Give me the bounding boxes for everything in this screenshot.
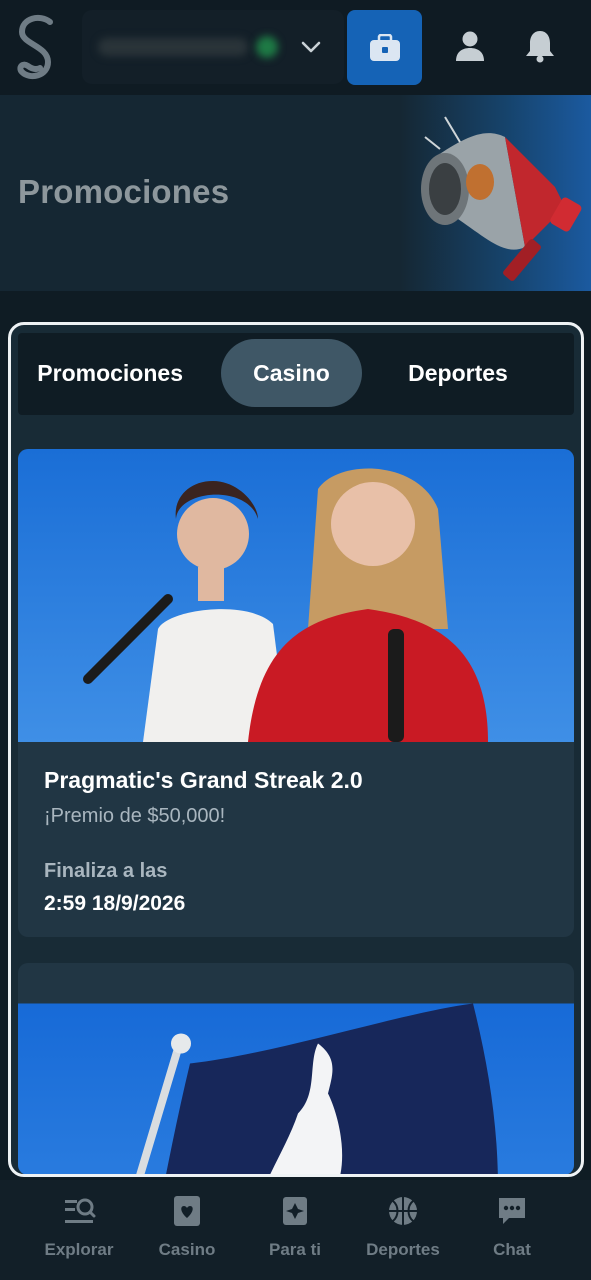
promotion-ends-label: Finaliza a las — [44, 860, 168, 882]
notifications-button[interactable] — [518, 24, 562, 68]
promotion-title: Pragmatic's Grand Streak 2.0 — [44, 767, 363, 793]
nav-chat[interactable]: Chat — [453, 1192, 571, 1272]
nav-para-ti[interactable]: Para ti — [236, 1192, 354, 1272]
page-title: Promociones — [18, 173, 230, 210]
top-bar — [0, 0, 591, 95]
promotion-card[interactable]: Pragmatic's Grand Streak 2.0 ¡Premio de … — [18, 449, 574, 937]
nav-deportes[interactable]: Deportes — [344, 1192, 462, 1272]
app-root: Promociones Promociones Casino Deportes — [0, 0, 591, 1280]
nav-explorar[interactable]: Explorar — [20, 1192, 138, 1272]
promotions-hero: Promociones — [0, 95, 591, 291]
tab-promociones[interactable]: Promociones — [18, 339, 193, 407]
megaphone-icon — [421, 116, 582, 281]
promotion-card[interactable] — [18, 963, 574, 1174]
tab-casino[interactable]: Casino — [221, 339, 362, 407]
promotion-subtitle: ¡Premio de $50,000! — [44, 805, 226, 827]
bell-icon — [526, 31, 554, 63]
casino-card-icon — [174, 1196, 200, 1226]
nav-label: Deportes — [366, 1240, 440, 1259]
account-status-dot — [256, 36, 278, 58]
nav-casino[interactable]: Casino — [128, 1192, 246, 1272]
nav-label: Casino — [158, 1240, 216, 1259]
for-you-icon — [283, 1197, 307, 1225]
wallet-icon — [369, 33, 400, 61]
nav-label: Para ti — [269, 1240, 321, 1259]
promotion-ends-date: 2:59 18/9/2026 — [44, 892, 186, 915]
category-tabs: Promociones Casino Deportes — [18, 333, 574, 415]
profile-button[interactable] — [448, 24, 492, 68]
user-icon — [456, 31, 484, 61]
bottom-navigation: Explorar Casino Para ti Deportes Chat — [0, 1180, 591, 1280]
nav-label: Explorar — [44, 1240, 114, 1259]
s-logo-icon[interactable] — [14, 12, 60, 84]
tab-deportes[interactable]: Deportes — [388, 339, 528, 407]
chevron-down-icon — [301, 41, 321, 53]
basketball-icon — [389, 1197, 417, 1225]
chat-icon — [499, 1198, 525, 1224]
account-selector[interactable] — [82, 10, 344, 84]
wallet-button[interactable] — [347, 10, 422, 85]
nav-label: Chat — [493, 1240, 531, 1259]
account-value — [98, 38, 248, 56]
promotion-image — [18, 449, 574, 742]
explore-icon — [65, 1198, 96, 1223]
promotion-image — [18, 1003, 574, 1174]
promotions-panel: Promociones Casino Deportes Pragmatic's … — [8, 322, 584, 1177]
